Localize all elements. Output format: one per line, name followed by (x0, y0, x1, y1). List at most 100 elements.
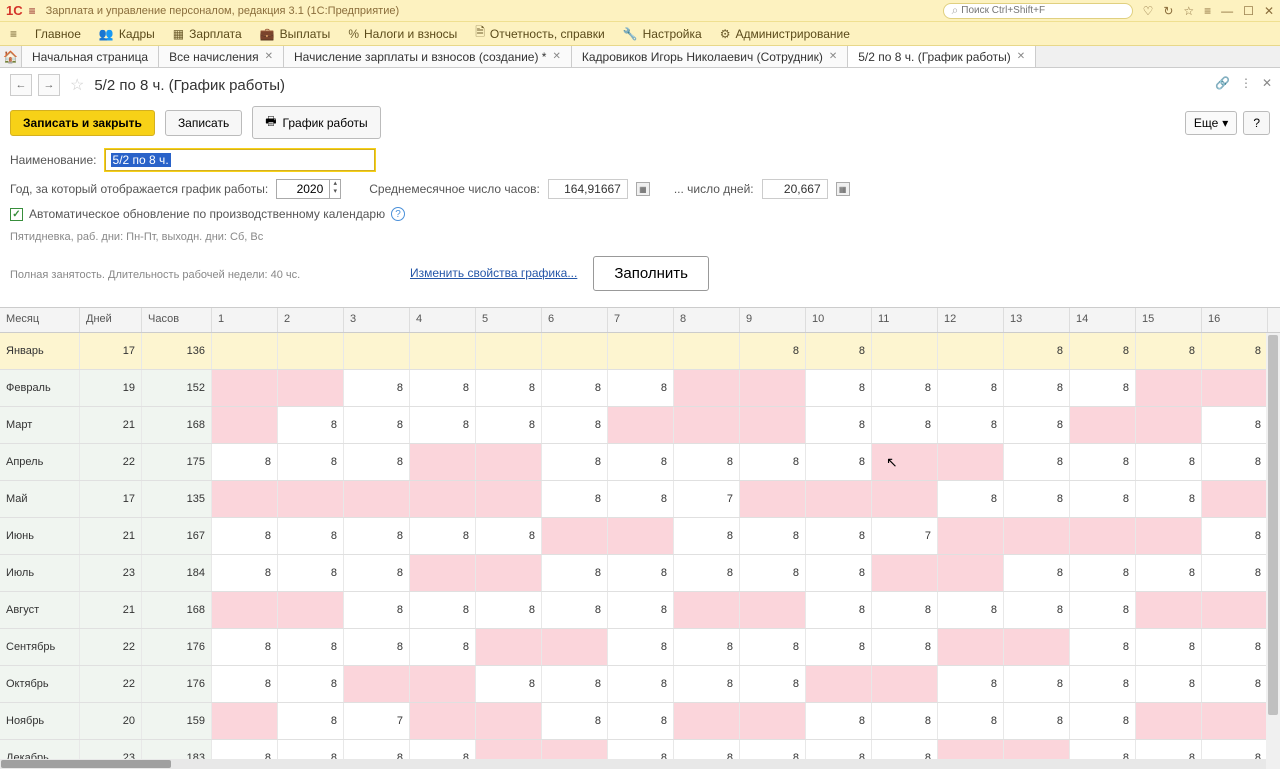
day-cell[interactable]: 8 (1070, 555, 1136, 591)
menu-otchet[interactable]: 🗎Отчетность, справки (475, 23, 604, 44)
day-cell[interactable]: 8 (1202, 333, 1268, 369)
day-cell[interactable] (1136, 592, 1202, 628)
day-cell[interactable]: 8 (542, 407, 608, 443)
day-cell[interactable] (410, 481, 476, 517)
day-cell[interactable]: 8 (1004, 592, 1070, 628)
star-icon[interactable]: ☆ (1183, 4, 1194, 18)
day-cell[interactable] (938, 518, 1004, 554)
day-cell[interactable] (608, 333, 674, 369)
favorite-icon[interactable]: ☆ (70, 75, 84, 95)
day-cell[interactable]: 8 (542, 444, 608, 480)
table-row[interactable]: Июль23184888888888888 (0, 555, 1280, 592)
day-cell[interactable] (476, 444, 542, 480)
close-icon[interactable]: ✕ (265, 51, 273, 62)
day-cell[interactable] (476, 629, 542, 665)
day-cell[interactable] (872, 555, 938, 591)
close-icon[interactable]: ✕ (1264, 4, 1274, 18)
day-cell[interactable] (1202, 592, 1268, 628)
day-cell[interactable]: 8 (872, 703, 938, 739)
day-cell[interactable]: 8 (806, 444, 872, 480)
day-cell[interactable]: 8 (806, 629, 872, 665)
day-cell[interactable] (542, 333, 608, 369)
day-cell[interactable] (1004, 518, 1070, 554)
day-cell[interactable]: 8 (1136, 629, 1202, 665)
day-cell[interactable]: 8 (344, 592, 410, 628)
minimize-icon[interactable]: — (1221, 4, 1233, 18)
day-cell[interactable] (740, 407, 806, 443)
day-cell[interactable]: 8 (806, 592, 872, 628)
day-cell[interactable]: 8 (344, 555, 410, 591)
day-cell[interactable]: 8 (1202, 555, 1268, 591)
tab-2[interactable]: Кадровиков Игорь Николаевич (Сотрудник)✕ (572, 46, 848, 67)
day-cell[interactable]: 8 (212, 629, 278, 665)
day-cell[interactable]: 8 (344, 407, 410, 443)
calc-icon[interactable]: ▦ (836, 182, 850, 196)
day-cell[interactable]: 7 (344, 703, 410, 739)
day-cell[interactable] (344, 333, 410, 369)
day-cell[interactable]: 8 (476, 407, 542, 443)
day-cell[interactable]: 8 (740, 333, 806, 369)
day-cell[interactable]: 8 (740, 518, 806, 554)
menu-burger[interactable]: ≡ (10, 27, 17, 41)
day-cell[interactable]: 8 (740, 444, 806, 480)
day-cell[interactable] (740, 370, 806, 406)
day-cell[interactable] (542, 518, 608, 554)
day-cell[interactable]: 8 (608, 592, 674, 628)
day-cell[interactable]: 8 (1202, 629, 1268, 665)
day-cell[interactable]: 8 (476, 592, 542, 628)
day-cell[interactable]: 8 (938, 370, 1004, 406)
day-cell[interactable]: 8 (608, 666, 674, 702)
search-input[interactable] (961, 5, 1123, 16)
day-cell[interactable]: 8 (1070, 370, 1136, 406)
day-cell[interactable]: 8 (674, 666, 740, 702)
day-cell[interactable] (938, 555, 1004, 591)
day-cell[interactable]: 8 (674, 518, 740, 554)
day-cell[interactable]: 8 (542, 592, 608, 628)
day-cell[interactable] (1202, 370, 1268, 406)
day-cell[interactable] (938, 444, 1004, 480)
table-row[interactable]: Октябрь22176888888888888 (0, 666, 1280, 703)
day-cell[interactable]: 8 (1070, 666, 1136, 702)
day-cell[interactable]: 8 (1202, 666, 1268, 702)
change-properties-link[interactable]: Изменить свойства графика... (410, 266, 577, 280)
table-row[interactable]: Апрель22175888888888888 (0, 444, 1280, 481)
day-cell[interactable]: 8 (344, 444, 410, 480)
day-cell[interactable] (674, 407, 740, 443)
day-cell[interactable]: 8 (938, 666, 1004, 702)
auto-update-checkbox[interactable]: ✓ (10, 208, 23, 221)
day-cell[interactable] (410, 703, 476, 739)
day-cell[interactable] (1136, 407, 1202, 443)
day-cell[interactable] (344, 481, 410, 517)
close-icon[interactable]: ✕ (552, 51, 560, 62)
menu-vyplaty[interactable]: 💼Выплаты (260, 27, 331, 41)
day-cell[interactable] (278, 333, 344, 369)
day-cell[interactable]: 8 (1004, 666, 1070, 702)
day-cell[interactable]: 8 (608, 555, 674, 591)
day-cell[interactable]: 8 (344, 370, 410, 406)
day-cell[interactable]: 8 (410, 407, 476, 443)
table-row[interactable]: Март211688888888888 (0, 407, 1280, 444)
day-cell[interactable]: 8 (212, 518, 278, 554)
day-cell[interactable] (1004, 629, 1070, 665)
day-cell[interactable] (212, 407, 278, 443)
day-cell[interactable]: 8 (872, 407, 938, 443)
day-cell[interactable]: 8 (344, 629, 410, 665)
day-cell[interactable] (740, 703, 806, 739)
tab-1[interactable]: Начисление зарплаты и взносов (создание)… (284, 46, 572, 67)
day-cell[interactable]: 8 (740, 666, 806, 702)
day-cell[interactable]: 8 (608, 370, 674, 406)
day-cell[interactable] (278, 592, 344, 628)
day-cell[interactable]: 8 (674, 444, 740, 480)
day-cell[interactable] (938, 333, 1004, 369)
day-cell[interactable]: 8 (938, 703, 1004, 739)
day-cell[interactable]: 8 (938, 407, 1004, 443)
day-cell[interactable] (806, 481, 872, 517)
day-cell[interactable]: 8 (1070, 629, 1136, 665)
nav-forward[interactable]: → (38, 74, 60, 96)
maximize-icon[interactable]: ☐ (1243, 4, 1254, 18)
year-input[interactable] (276, 179, 330, 199)
day-cell[interactable]: 8 (674, 555, 740, 591)
more-button[interactable]: Еще▾ (1185, 111, 1237, 135)
day-cell[interactable]: 8 (1070, 703, 1136, 739)
day-cell[interactable]: 8 (410, 629, 476, 665)
